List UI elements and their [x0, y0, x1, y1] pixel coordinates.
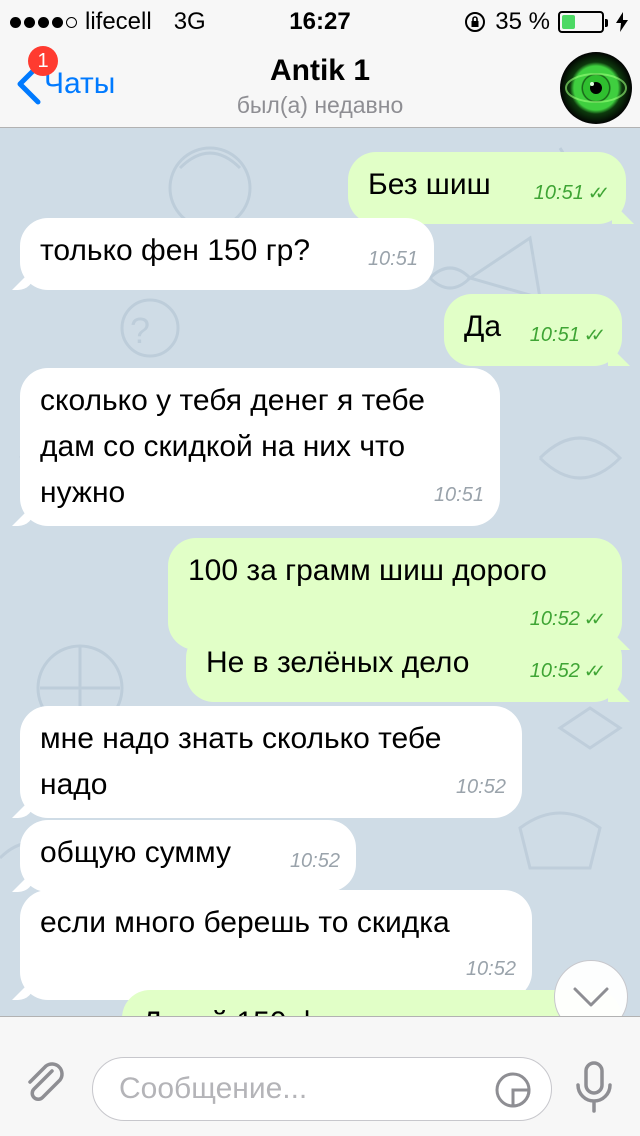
message-list[interactable]: ? Без шиш 10:51 ✓✓ только фен 150 гр? 10:51 Д… — [0, 128, 640, 1016]
message-input[interactable] — [119, 1072, 479, 1106]
message-time: 10:52 — [455, 776, 506, 798]
outgoing-message[interactable]: Не в зелёных дело 10:52 ✓✓ — [186, 630, 622, 702]
outgoing-message[interactable]: Без шиш 10:51 ✓✓ — [348, 152, 626, 224]
message-meta: 10:52 ✓✓ — [530, 648, 606, 694]
message-meta: 10:52 — [466, 946, 516, 992]
battery-percent: 35 % — [495, 8, 550, 35]
avatar[interactable] — [560, 52, 632, 124]
message-time: 10:52 — [529, 660, 580, 682]
message-text: Без шиш — [368, 168, 491, 201]
contact-name[interactable]: Antik 1 — [0, 54, 640, 88]
message-text: Давай 150 фена посчитаешь — [142, 1006, 544, 1016]
message-text: Не в зелёных дело — [206, 646, 470, 679]
message-text: если много берешь то скидка — [40, 906, 450, 939]
last-seen-status: был(а) недавно — [236, 92, 404, 118]
message-text: общую сумму — [40, 836, 231, 869]
paperclip-icon[interactable] — [22, 1061, 68, 1107]
read-checkmarks-icon: ✓✓ — [583, 661, 606, 681]
status-bar: lifecell 3G 16:27 35 % — [0, 0, 640, 40]
message-meta: 10:52 — [456, 764, 506, 810]
incoming-message[interactable]: сколько у тебя денег я тебе дам со скидк… — [20, 368, 500, 526]
message-meta: 10:51 — [368, 236, 418, 282]
incoming-message[interactable]: только фен 150 гр? 10:51 — [20, 218, 434, 290]
read-checkmarks-icon: ✓✓ — [583, 325, 606, 345]
outgoing-message[interactable]: Давай 150 фена посчитаешь — [122, 990, 622, 1016]
read-checkmarks-icon: ✓✓ — [587, 183, 610, 203]
sticker-icon[interactable] — [493, 1070, 533, 1110]
green-eye-icon — [565, 73, 627, 103]
chat-header: Чаты 1 Antik 1 был(а) недавно — [0, 40, 640, 128]
message-text: только фен 150 гр? — [40, 234, 311, 267]
microphone-icon[interactable] — [574, 1061, 614, 1113]
message-time: 10:52 — [289, 850, 340, 872]
message-meta: 10:52 — [290, 838, 340, 884]
message-text: Да — [464, 310, 502, 343]
composer — [0, 1016, 640, 1136]
incoming-message[interactable]: мне надо знать сколько тебе надо 10:52 — [20, 706, 522, 818]
incoming-message[interactable]: общую сумму 10:52 — [20, 820, 356, 892]
message-field[interactable] — [92, 1057, 552, 1121]
charging-bolt-icon — [616, 12, 628, 32]
message-time: 10:52 — [465, 958, 516, 980]
message-text: 100 за грамм шиш дорого — [188, 554, 547, 587]
battery-fill — [562, 15, 576, 29]
message-time: 10:51 — [433, 484, 484, 506]
battery-icon — [558, 11, 608, 33]
message-time: 10:51 — [367, 248, 418, 270]
message-meta: 10:51 — [434, 472, 484, 518]
message-text: сколько у тебя денег я тебе дам со скидк… — [40, 384, 425, 509]
chevron-down-icon — [573, 987, 609, 1007]
incoming-message[interactable]: если много берешь то скидка 10:52 — [20, 890, 532, 1000]
message-time: 10:51 — [529, 324, 580, 346]
outgoing-message[interactable]: Да 10:51 ✓✓ — [444, 294, 622, 366]
status-right: 35 % — [463, 8, 628, 36]
svg-text:?: ? — [130, 310, 150, 351]
rotation-lock-icon — [465, 12, 486, 32]
message-meta: 10:51 ✓✓ — [534, 170, 610, 216]
message-meta: 10:51 ✓✓ — [530, 312, 606, 358]
message-time: 10:51 — [533, 182, 584, 204]
message-text: мне надо знать сколько тебе надо — [40, 722, 442, 801]
